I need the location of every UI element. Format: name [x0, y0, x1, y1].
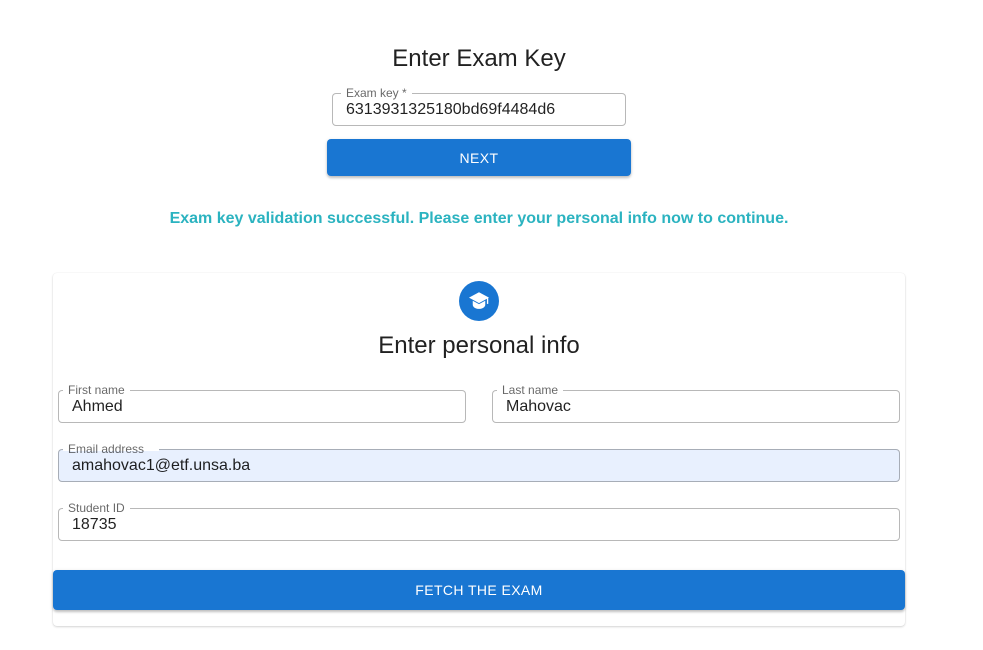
exam-key-field[interactable]: Exam key *: [332, 86, 626, 126]
first-name-field[interactable]: First name: [58, 383, 466, 423]
exam-page: Enter Exam Key Exam key * NEXT Exam key …: [0, 0, 983, 650]
exam-key-input[interactable]: [333, 94, 625, 125]
last-name-field[interactable]: Last name: [492, 383, 900, 423]
first-name-input[interactable]: [59, 391, 465, 422]
graduation-cap-icon: [459, 281, 499, 321]
exam-key-title: Enter Exam Key: [392, 45, 566, 72]
validation-success-message: Exam key validation successful. Please e…: [169, 210, 789, 227]
next-button[interactable]: NEXT: [327, 139, 631, 176]
email-field[interactable]: Email address: [58, 442, 900, 482]
student-id-input[interactable]: [59, 509, 899, 540]
personal-info-title: Enter personal info: [378, 332, 580, 359]
email-input[interactable]: [59, 450, 899, 481]
last-name-input[interactable]: [493, 391, 899, 422]
fetch-exam-button[interactable]: FETCH THE EXAM: [53, 570, 905, 610]
student-id-field[interactable]: Student ID: [58, 501, 900, 541]
